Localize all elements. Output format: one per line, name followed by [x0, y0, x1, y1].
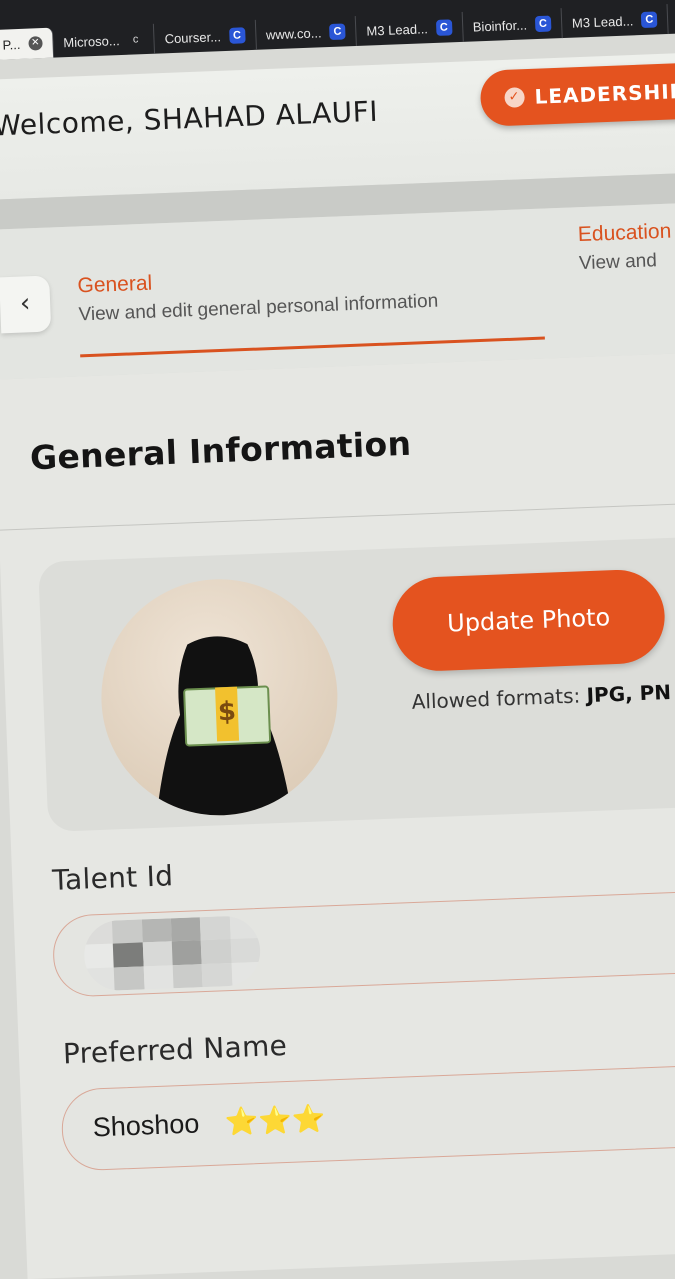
active-tab-underline — [80, 336, 545, 358]
star-icon: ⭐⭐⭐ — [224, 1103, 327, 1138]
money-emoji-icon: $ — [183, 685, 272, 747]
preferred-name-label: Preferred Name — [62, 1028, 288, 1071]
profile-tabs: ‹ General View and edit general personal… — [0, 200, 675, 380]
allowed-formats-prefix: Allowed formats: — [411, 683, 588, 714]
allowed-formats-text: Allowed formats: JPG, PN — [411, 680, 671, 714]
update-photo-button[interactable]: Update Photo — [390, 568, 667, 673]
tab-general[interactable]: General View and edit general personal i… — [77, 261, 439, 327]
allowed-formats-value: JPG, PN — [586, 679, 672, 708]
talent-id-label: Talent Id — [51, 859, 174, 897]
verified-badge-icon: ✓ — [504, 87, 525, 108]
preferred-name-value: Shoshoo ⭐⭐⭐ — [92, 1103, 326, 1144]
talent-id-field[interactable] — [51, 888, 675, 998]
chevron-left-icon[interactable]: ‹ — [0, 275, 52, 334]
profile-page: Welcome, SHAHAD ALAUFI ✓ LEADERSHIP P ‹ … — [0, 11, 675, 1279]
tab-education-title: Education — [577, 219, 672, 247]
tab-education[interactable]: Education View and — [577, 220, 672, 276]
tab-education-subtitle: View and — [578, 250, 658, 275]
leadership-button[interactable]: ✓ LEADERSHIP P — [479, 60, 675, 127]
preferred-name-text: Shoshoo — [92, 1108, 200, 1143]
talent-id-redacted — [82, 914, 262, 992]
general-information-section: General Information $ Update Photo Allow… — [0, 350, 675, 1279]
preferred-name-input[interactable]: Shoshoo ⭐⭐⭐ — [60, 1061, 675, 1172]
leadership-button-label: LEADERSHIP P — [534, 78, 675, 109]
divider — [0, 500, 675, 531]
section-title: General Information — [29, 423, 412, 478]
avatar: $ — [96, 574, 342, 820]
photo-card: $ Update Photo Allowed formats: JPG, PN — [38, 534, 675, 832]
